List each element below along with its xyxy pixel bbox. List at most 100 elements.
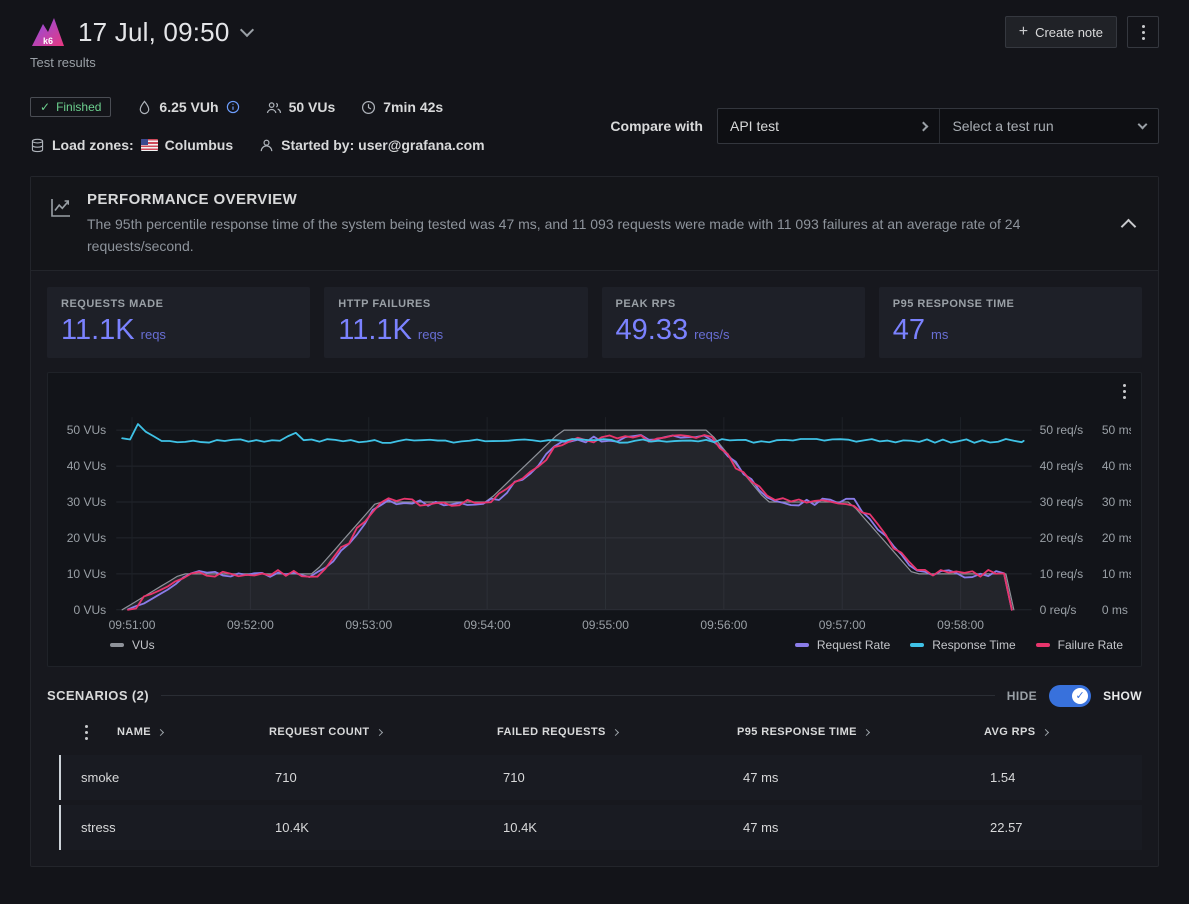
top-bar: k6 17 Jul, 09:50 Test results + Create n… <box>30 16 1159 70</box>
compare-test-select[interactable]: API test <box>718 109 940 143</box>
stats-row: REQUESTS MADE 11.1Kreqs HTTP FAILURES 11… <box>31 271 1158 357</box>
show-label: SHOW <box>1103 689 1142 703</box>
scenarios-visibility-toggle[interactable]: ✓ <box>1049 685 1091 707</box>
users-icon <box>266 100 282 115</box>
compare-with-control: Compare with API test Select a test run <box>610 108 1159 144</box>
panel-title: PERFORMANCE OVERVIEW <box>87 191 1087 208</box>
title-dropdown-chevron-icon[interactable] <box>239 23 253 37</box>
failed-requests-value: 710 <box>503 770 743 785</box>
scenarios-table-header: NAME REQUEST COUNT FAILED REQUESTS P95 R… <box>47 721 1142 750</box>
divider <box>161 695 995 696</box>
svg-text:09:57:00: 09:57:00 <box>819 618 866 632</box>
svg-text:10 ms: 10 ms <box>1102 567 1131 581</box>
create-note-label: Create note <box>1035 25 1103 40</box>
k6-test-results-page: k6 17 Jul, 09:50 Test results + Create n… <box>0 0 1189 904</box>
vus-metric: 50 VUs <box>266 99 336 115</box>
request-count-value: 10.4K <box>275 820 503 835</box>
svg-text:09:55:00: 09:55:00 <box>582 618 629 632</box>
svg-text:50 VUs: 50 VUs <box>67 423 106 437</box>
legend-request-rate[interactable]: Request Rate <box>795 638 890 652</box>
request-count-value: 710 <box>275 770 503 785</box>
response-time-swatch-icon <box>910 643 924 647</box>
chart-line-icon <box>49 196 73 220</box>
compare-with-label: Compare with <box>610 118 703 134</box>
legend-response-time[interactable]: Response Time <box>910 638 1015 652</box>
duration-metric: 7min 42s <box>361 99 443 115</box>
scenarios-title: SCENARIOS (2) <box>47 688 149 703</box>
top-actions: + Create note <box>1005 16 1159 48</box>
performance-overview-panel: PERFORMANCE OVERVIEW The 95th percentile… <box>30 176 1159 867</box>
database-icon <box>30 138 45 153</box>
scenarios-table: NAME REQUEST COUNT FAILED REQUESTS P95 R… <box>47 721 1142 850</box>
table-settings-kebab-icon[interactable] <box>85 725 117 740</box>
svg-text:20 ms: 20 ms <box>1102 531 1131 545</box>
legend-vus[interactable]: VUs <box>110 638 155 652</box>
svg-text:09:54:00: 09:54:00 <box>464 618 511 632</box>
scenario-name: smoke <box>81 770 275 785</box>
chart-legend: VUs Request Rate Response Time Failure R… <box>58 636 1131 658</box>
svg-text:50 ms: 50 ms <box>1102 423 1131 437</box>
svg-text:09:58:00: 09:58:00 <box>937 618 984 632</box>
svg-text:20 VUs: 20 VUs <box>67 531 106 545</box>
sort-chevron-icon <box>863 729 870 736</box>
p95-value: 47 ms <box>743 770 990 785</box>
legend-failure-rate[interactable]: Failure Rate <box>1036 638 1123 652</box>
collapse-panel-chevron-icon[interactable] <box>1121 218 1137 234</box>
run-summary: ✓ Finished 6.25 VUh 50 VUs 7min 42s <box>30 94 1159 158</box>
chart-menu-icon[interactable] <box>1120 381 1129 402</box>
svg-text:40 ms: 40 ms <box>1102 459 1131 473</box>
page-menu-button[interactable] <box>1127 16 1159 48</box>
column-header-p95-response-time[interactable]: P95 RESPONSE TIME <box>737 726 984 738</box>
avg-rps-value: 22.57 <box>990 820 1142 835</box>
svg-text:10 req/s: 10 req/s <box>1040 567 1083 581</box>
status-badge: ✓ Finished <box>30 97 111 117</box>
hide-label: HIDE <box>1007 689 1037 703</box>
sort-chevron-icon <box>1041 729 1048 736</box>
create-note-button[interactable]: + Create note <box>1005 16 1117 48</box>
failure-rate-swatch-icon <box>1036 643 1050 647</box>
table-row-stress[interactable]: stress 10.4K 10.4K 47 ms 22.57 <box>59 805 1142 850</box>
svg-text:09:53:00: 09:53:00 <box>345 618 392 632</box>
chevron-down-icon <box>1138 119 1148 129</box>
performance-overview-header: PERFORMANCE OVERVIEW The 95th percentile… <box>31 177 1158 271</box>
svg-text:k6: k6 <box>43 36 53 46</box>
svg-text:09:51:00: 09:51:00 <box>109 618 156 632</box>
sort-chevron-icon <box>157 729 164 736</box>
chevron-right-icon <box>919 121 929 131</box>
p95-value: 47 ms <box>743 820 990 835</box>
svg-text:09:52:00: 09:52:00 <box>227 618 274 632</box>
column-header-avg-rps[interactable]: AVG RPS <box>984 726 1142 738</box>
svg-text:30 req/s: 30 req/s <box>1040 495 1083 509</box>
us-flag-icon <box>141 139 158 151</box>
table-row-smoke[interactable]: smoke 710 710 47 ms 1.54 <box>59 755 1142 800</box>
kebab-menu-icon <box>1142 25 1145 40</box>
info-icon[interactable] <box>226 100 240 114</box>
svg-text:30 VUs: 30 VUs <box>67 495 106 509</box>
compare-run-select[interactable]: Select a test run <box>940 109 1158 143</box>
svg-text:30 ms: 30 ms <box>1102 495 1131 509</box>
vus-swatch-icon <box>110 643 124 647</box>
svg-text:40 VUs: 40 VUs <box>67 459 106 473</box>
sort-chevron-icon <box>612 729 619 736</box>
scenario-name: stress <box>81 820 275 835</box>
panel-description: The 95th percentile response time of the… <box>87 214 1087 257</box>
column-header-failed-requests[interactable]: FAILED REQUESTS <box>497 726 737 738</box>
svg-text:20 req/s: 20 req/s <box>1040 531 1083 545</box>
svg-text:09:56:00: 09:56:00 <box>700 618 747 632</box>
overview-chart-card: 0 VUs0 req/s0 ms10 VUs10 req/s10 ms20 VU… <box>47 372 1142 667</box>
load-zones: Load zones: Columbus <box>30 137 233 153</box>
scenarios-header: SCENARIOS (2) HIDE ✓ SHOW <box>47 685 1142 707</box>
vuh-metric: 6.25 VUh <box>137 99 239 115</box>
stat-p95-response-time: P95 RESPONSE TIME 47ms <box>879 287 1142 357</box>
stat-peak-rps: PEAK RPS 49.33reqs/s <box>602 287 865 357</box>
load-zone-name: Columbus <box>165 137 233 153</box>
toggle-knob-check-icon: ✓ <box>1072 688 1088 704</box>
page-title: 17 Jul, 09:50 <box>78 17 230 48</box>
svg-text:0 ms: 0 ms <box>1102 603 1128 617</box>
droplet-icon <box>137 100 152 115</box>
column-header-name[interactable]: NAME <box>117 726 269 738</box>
user-icon <box>259 138 274 153</box>
performance-chart[interactable]: 0 VUs0 req/s0 ms10 VUs10 req/s10 ms20 VU… <box>58 393 1131 636</box>
k6-logo-icon: k6 <box>30 16 66 48</box>
column-header-request-count[interactable]: REQUEST COUNT <box>269 726 497 738</box>
